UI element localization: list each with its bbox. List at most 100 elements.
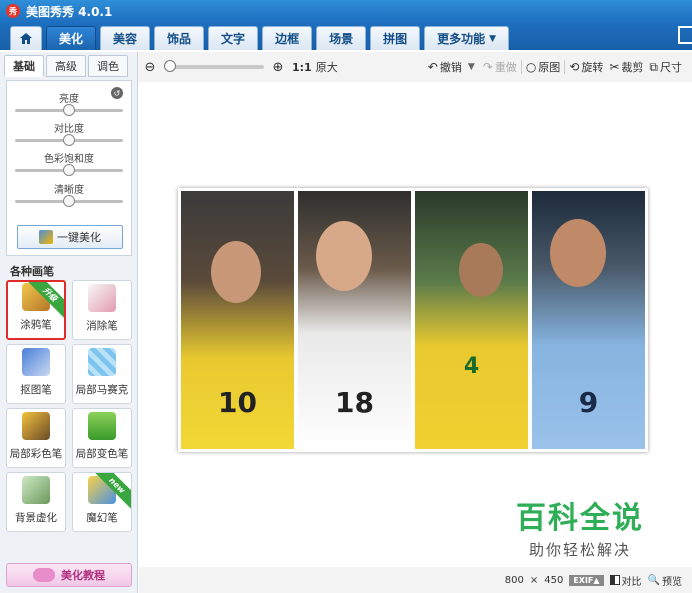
doodle-brush-label: 涂鸦笔 <box>20 319 52 331</box>
original-image-button[interactable]: ○ 原图 <box>526 59 560 75</box>
main-nav: 美化 美容 饰品 文字 边框 场景 拼图 更多功能 ▼ <box>0 22 692 50</box>
eraser-brush-button[interactable]: 消除笔 <box>72 280 132 340</box>
contrast-knob[interactable] <box>63 134 75 146</box>
photo-panel: 10 <box>181 191 294 449</box>
subtab-advanced[interactable]: 高级 <box>46 55 86 77</box>
magic-wand-icon <box>39 230 53 244</box>
more-features-label: 更多功能 <box>437 32 486 46</box>
zoom-knob[interactable] <box>164 60 176 72</box>
jersey-number: 18 <box>335 386 374 419</box>
undo-button[interactable]: ↶ 撤销 <box>428 59 462 75</box>
sharpness-slider[interactable] <box>15 195 123 207</box>
dimension-separator: × <box>529 574 539 586</box>
tab-accessories[interactable]: 饰品 <box>154 26 205 50</box>
partial-recolor-brush-label: 局部变色笔 <box>75 448 129 460</box>
home-tab[interactable] <box>10 26 42 50</box>
saturation-knob[interactable] <box>63 164 75 176</box>
scissors-icon: ✂ <box>609 60 620 74</box>
doodle-brush-button[interactable]: 升级 涂鸦笔 <box>6 280 66 340</box>
chevron-down-icon: ▼ <box>489 33 497 44</box>
actual-size-ratio[interactable]: 1:1 <box>292 61 312 74</box>
one-click-label: 一键美化 <box>57 231 101 244</box>
cutout-pen-icon <box>22 348 50 376</box>
magic-brush-label: 魔幻笔 <box>86 512 118 524</box>
image-width: 800 <box>504 574 524 586</box>
redo-label: 重做 <box>494 61 517 74</box>
contrast-slider[interactable] <box>15 134 123 146</box>
image-toolbar: ⊖ ⊕ 1:1 原大 ↶ 撤销 ▼ ↷ 重做 ○ 原图 ⟲ 旋转 ✂ 裁剪 ⧉ … <box>138 52 692 82</box>
zoom-out-icon[interactable]: ⊖ <box>142 60 158 75</box>
brightness-slider[interactable] <box>15 104 123 116</box>
rotate-button[interactable]: ⟲ 旋转 <box>569 59 603 75</box>
preview-icon: 🔍 <box>647 574 660 586</box>
preview-button[interactable]: 🔍 预览 <box>648 573 682 588</box>
player-head <box>459 243 503 297</box>
tutorial-label: 美化教程 <box>61 569 105 582</box>
tab-makeup[interactable]: 美容 <box>100 26 151 50</box>
watermark: 百科全说 助你轻松解决 <box>493 484 667 568</box>
contrast-slider-row: 对比度 <box>15 123 123 146</box>
eraser-brush-label: 消除笔 <box>86 320 118 332</box>
subtab-color[interactable]: 调色 <box>88 55 128 77</box>
title-bar: 秀 美图秀秀 4.0.1 <box>0 0 692 22</box>
tab-more-features[interactable]: 更多功能 ▼ <box>424 26 510 50</box>
rotate-icon: ⟲ <box>569 60 580 74</box>
player-head <box>550 219 606 287</box>
circle-icon: ○ <box>525 60 537 74</box>
compare-button[interactable]: 对比 <box>609 573 642 588</box>
photo-canvas[interactable]: 10 18 4 9 <box>178 188 648 452</box>
eraser-icon <box>88 284 116 312</box>
hands-icon <box>33 568 55 582</box>
color-brush-icon <box>22 412 50 440</box>
mosaic-brush-button[interactable]: 局部马赛克 <box>72 344 132 404</box>
tab-scene[interactable]: 场景 <box>316 26 367 50</box>
image-height: 450 <box>544 574 564 586</box>
photo-panel: 4 <box>415 191 528 449</box>
original-label: 原图 <box>538 61 561 74</box>
exif-button[interactable]: EXIF▲ <box>569 574 604 586</box>
rotate-label: 旋转 <box>581 61 604 74</box>
brightness-knob[interactable] <box>63 104 75 116</box>
crop-label: 裁剪 <box>621 61 644 74</box>
cutout-brush-label: 抠图笔 <box>20 384 52 396</box>
brush-heading: 各种画笔 <box>10 265 54 278</box>
jersey-number: 4 <box>463 354 480 379</box>
crop-button[interactable]: ✂ 裁剪 <box>609 59 643 75</box>
actual-size-button[interactable]: 原大 <box>316 59 338 75</box>
resize-button[interactable]: ⧉ 尺寸 <box>649 59 682 75</box>
tab-border[interactable]: 边框 <box>262 26 313 50</box>
cutout-brush-button[interactable]: 抠图笔 <box>6 344 66 404</box>
player-head <box>316 221 372 291</box>
undo-label: 撤销 <box>439 61 462 74</box>
sharpness-slider-row: 清晰度 <box>15 184 123 207</box>
app-title: 美图秀秀 4.0.1 <box>26 4 113 19</box>
compare-label: 对比 <box>621 576 642 588</box>
partial-color-brush-button[interactable]: 局部彩色笔 <box>6 408 66 468</box>
photo-panel: 18 <box>298 191 411 449</box>
preview-label: 预览 <box>662 576 682 588</box>
tab-text[interactable]: 文字 <box>208 26 259 50</box>
status-bar: 800 × 450 EXIF▲ 对比 🔍 预览 <box>139 567 692 593</box>
background-blur-button[interactable]: 背景虚化 <box>6 472 66 532</box>
brightness-slider-row: 亮度 <box>15 93 123 116</box>
watermark-title: 百科全说 <box>516 500 644 536</box>
zoom-slider[interactable] <box>164 60 264 72</box>
undo-icon: ↶ <box>427 60 438 74</box>
tab-beautify[interactable]: 美化 <box>46 26 97 50</box>
undo-dropdown-icon[interactable]: ▼ <box>468 62 475 72</box>
magic-brush-button[interactable]: new 魔幻笔 <box>72 472 132 532</box>
app-logo-icon: 秀 <box>6 4 20 18</box>
redo-icon: ↷ <box>482 60 493 74</box>
tab-collage[interactable]: 拼图 <box>370 26 421 50</box>
one-click-beautify-button[interactable]: 一键美化 <box>17 225 123 249</box>
redo-button[interactable]: ↷ 重做 <box>483 59 517 75</box>
blur-icon <box>22 476 50 504</box>
partial-color-brush-label: 局部彩色笔 <box>9 448 63 460</box>
partial-recolor-brush-button[interactable]: 局部变色笔 <box>72 408 132 468</box>
player-head <box>211 241 261 303</box>
zoom-in-icon[interactable]: ⊕ <box>270 60 286 75</box>
sharpness-knob[interactable] <box>63 195 75 207</box>
beautify-tutorial-button[interactable]: 美化教程 <box>6 563 132 587</box>
saturation-slider[interactable] <box>15 164 123 176</box>
subtab-basic[interactable]: 基础 <box>4 55 44 77</box>
